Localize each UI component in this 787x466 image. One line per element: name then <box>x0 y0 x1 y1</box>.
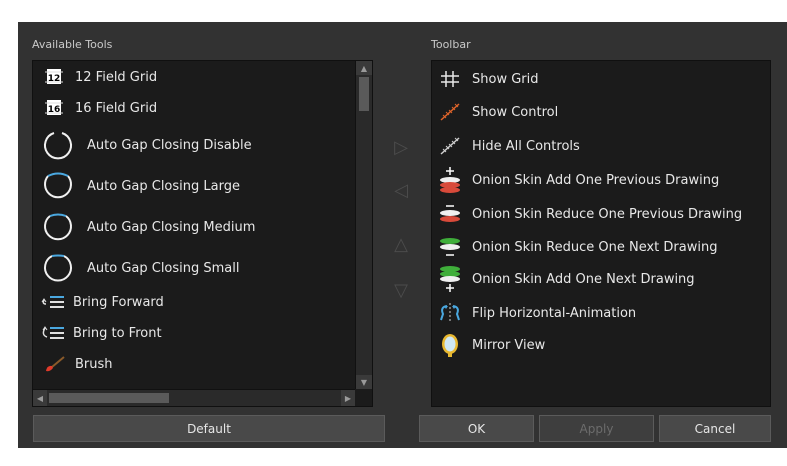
item-label: Show Grid <box>472 71 539 87</box>
list-item[interactable]: Auto Gap Closing Large <box>33 169 240 203</box>
gap-disable-icon <box>41 129 75 161</box>
onion-reduce-next-icon <box>436 234 464 260</box>
flip-horizontal-icon <box>436 302 464 324</box>
onion-add-next-icon <box>436 265 464 293</box>
item-label: 16 Field Grid <box>75 100 158 116</box>
scroll-thumb[interactable] <box>49 393 169 403</box>
hide-controls-icon <box>436 136 464 156</box>
scroll-thumb[interactable] <box>359 77 369 111</box>
list-item[interactable]: Bring Forward <box>33 292 164 312</box>
item-label: Show Control <box>472 104 559 120</box>
item-label: Bring Forward <box>73 294 164 310</box>
item-label: Mirror View <box>472 337 546 353</box>
grid-12-icon: 12 <box>41 68 69 86</box>
add-to-toolbar-button[interactable]: ▷ <box>391 137 411 158</box>
toolbar-list[interactable]: Show Grid Show Control Hide All Controls… <box>431 60 771 407</box>
remove-from-toolbar-button[interactable]: ◁ <box>391 180 411 201</box>
list-item[interactable]: Auto Gap Closing Disable <box>33 128 252 162</box>
item-label: Onion Skin Reduce One Next Drawing <box>472 239 718 255</box>
scroll-left-button[interactable]: ◀ <box>33 390 47 406</box>
move-down-button[interactable]: ▽ <box>391 280 411 301</box>
horizontal-scrollbar[interactable]: ◀ ▶ <box>33 389 355 406</box>
onion-reduce-previous-icon <box>436 201 464 227</box>
grid-16-icon: 16 <box>41 99 69 117</box>
list-item[interactable]: Onion Skin Add One Next Drawing <box>432 264 695 294</box>
list-item[interactable]: Onion Skin Reduce One Next Drawing <box>432 232 717 262</box>
item-label: Auto Gap Closing Medium <box>87 219 256 235</box>
gap-large-icon <box>41 170 75 202</box>
bring-to-front-icon <box>39 325 67 341</box>
apply-button[interactable]: Apply <box>539 415 654 442</box>
mirror-view-icon <box>436 332 464 358</box>
list-item[interactable]: Hide All Controls <box>432 134 580 158</box>
list-item[interactable]: Bring to Front <box>33 323 162 343</box>
onion-add-previous-icon <box>436 166 464 194</box>
item-label: Auto Gap Closing Small <box>87 260 240 276</box>
vertical-scrollbar[interactable]: ▲ ▼ <box>355 61 372 389</box>
list-item[interactable]: Show Control <box>432 100 558 124</box>
item-label: Onion Skin Add One Next Drawing <box>472 271 695 287</box>
available-tools-list[interactable]: 12 12 Field Grid 16 16 Field Grid Auto G… <box>32 60 373 407</box>
list-item[interactable]: Show Grid <box>432 67 539 91</box>
scroll-up-button[interactable]: ▲ <box>356 61 372 75</box>
brush-icon <box>41 355 69 373</box>
list-item[interactable]: Onion Skin Reduce One Previous Drawing <box>432 199 742 229</box>
item-label: Bring to Front <box>73 325 162 341</box>
available-tools-caption: Available Tools <box>32 38 113 51</box>
item-label: Onion Skin Reduce One Previous Drawing <box>472 206 743 222</box>
gap-small-icon <box>41 252 75 284</box>
list-item[interactable]: 16 16 Field Grid <box>33 98 157 118</box>
item-label: Brush <box>75 356 113 372</box>
list-item[interactable]: Auto Gap Closing Medium <box>33 210 255 244</box>
bring-forward-icon <box>39 294 67 310</box>
ok-button[interactable]: OK <box>419 415 534 442</box>
toolbar-manager-dialog: Available Tools Toolbar 12 12 Field Grid… <box>18 22 787 448</box>
list-item[interactable]: Brush <box>33 354 113 374</box>
toolbar-caption: Toolbar <box>431 38 471 51</box>
scroll-right-button[interactable]: ▶ <box>341 390 355 406</box>
item-label: Onion Skin Add One Previous Drawing <box>472 172 720 188</box>
list-item[interactable]: Mirror View <box>432 331 545 359</box>
list-item[interactable]: Onion Skin Add One Previous Drawing <box>432 165 719 195</box>
list-item[interactable]: Auto Gap Closing Small <box>33 251 240 285</box>
cancel-button[interactable]: Cancel <box>659 415 771 442</box>
grid-icon <box>436 70 464 88</box>
scroll-down-button[interactable]: ▼ <box>356 375 372 389</box>
gap-medium-icon <box>41 211 75 243</box>
item-label: Flip Horizontal-Animation <box>472 305 637 321</box>
list-item[interactable]: Flip Horizontal-Animation <box>432 301 636 325</box>
show-control-icon <box>436 102 464 122</box>
move-up-button[interactable]: △ <box>391 234 411 255</box>
default-button[interactable]: Default <box>33 415 385 442</box>
item-label: Auto Gap Closing Large <box>87 178 240 194</box>
item-label: Hide All Controls <box>472 138 580 154</box>
item-label: 12 Field Grid <box>75 69 158 85</box>
list-item[interactable]: 12 12 Field Grid <box>33 67 157 87</box>
item-label: Auto Gap Closing Disable <box>87 137 252 153</box>
